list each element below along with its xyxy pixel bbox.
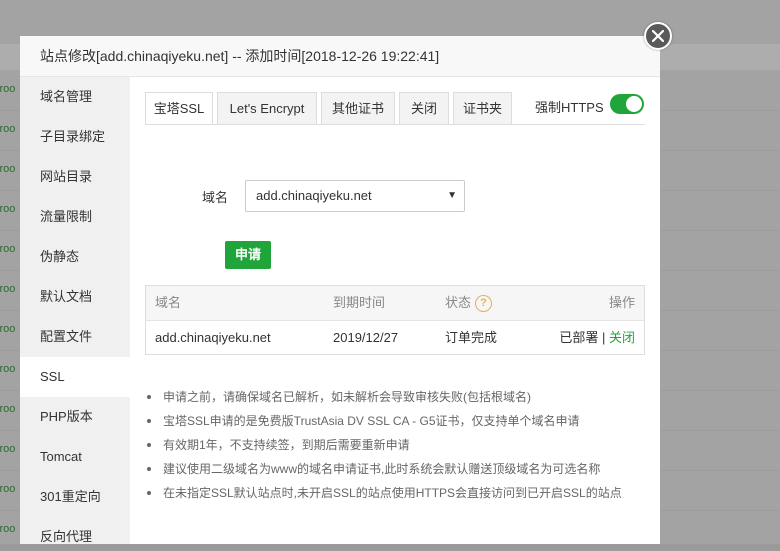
deployed-label: 已部署 <box>559 330 599 345</box>
bullet-icon <box>147 467 151 471</box>
force-https-toggle[interactable] <box>610 94 644 114</box>
sidebar-item-reverse-proxy[interactable]: 反向代理 <box>20 517 130 544</box>
sidebar-item-rewrite[interactable]: 伪静态 <box>20 237 130 277</box>
tab-baota-ssl[interactable]: 宝塔SSL <box>145 92 213 125</box>
table-header: 域名 到期时间 状态? 操作 <box>146 286 644 321</box>
domain-select-value: add.chinaqiyeku.net <box>256 188 372 203</box>
background-row-text: yroo <box>0 443 16 455</box>
note-item: 宝塔SSL申请的是免费版TrustAsia DV SSL CA - G5证书，仅… <box>145 409 655 433</box>
certificate-table: 域名 到期时间 状态? 操作 add.chinaqiyeku.net 2019/… <box>145 285 645 355</box>
sidebar-item-site-directory[interactable]: 网站目录 <box>20 157 130 197</box>
background-row-text: yroo <box>0 403 16 415</box>
bullet-icon <box>147 419 151 423</box>
header-actions: 操作 <box>608 295 635 310</box>
force-https-label: 强制HTTPS <box>535 100 604 115</box>
background-row-text: yroo <box>0 483 16 495</box>
sidebar-item-config-file[interactable]: 配置文件 <box>20 317 130 357</box>
note-item: 有效期1年，不支持续签，到期后需要重新申请 <box>145 433 655 457</box>
bullet-icon <box>147 395 151 399</box>
note-item: 建议使用二级域名为www的域名申请证书,此时系统会默认赠送顶级域名为可选名称 <box>145 457 655 481</box>
close-link[interactable]: 关闭 <box>609 330 635 345</box>
tab-lets-encrypt[interactable]: Let's Encrypt <box>217 92 317 124</box>
header-domain: 域名 <box>155 295 182 310</box>
sidebar-item-tomcat[interactable]: Tomcat <box>20 437 130 477</box>
row-actions: 已部署 | 关闭 <box>559 321 635 354</box>
row-expiry: 2019/12/27 <box>333 330 399 345</box>
sidebar-item-ssl[interactable]: SSL <box>20 357 130 397</box>
toggle-knob <box>626 96 642 112</box>
background-row-text: yroo <box>0 123 16 135</box>
sidebar-item-php-version[interactable]: PHP版本 <box>20 397 130 437</box>
background-row-text: yroo <box>0 523 16 535</box>
sidebar-item-301-redirect[interactable]: 301重定向 <box>20 477 130 517</box>
dialog-title: 站点修改[add.chinaqiyeku.net] -- 添加时间[2018-1… <box>20 36 660 77</box>
background-row-text: yroo <box>0 243 16 255</box>
sidebar-item-domain-management[interactable]: 域名管理 <box>20 77 130 117</box>
note-item: 在未指定SSL默认站点时,未开启SSL的站点使用HTTPS会直接访问到已开启SS… <box>145 481 655 505</box>
tabs-divider <box>145 124 645 125</box>
header-status: 状态? <box>445 286 493 320</box>
background-row-text: yroo <box>0 363 16 375</box>
close-icon <box>652 30 664 42</box>
dialog-sidebar: 域名管理 子目录绑定 网站目录 流量限制 伪静态 默认文档 配置文件 SSL P… <box>20 77 130 544</box>
row-status: 订单完成 <box>445 330 498 345</box>
tab-other-certificate[interactable]: 其他证书 <box>321 92 395 124</box>
bullet-icon <box>147 443 151 447</box>
sidebar-item-subdirectory-binding[interactable]: 子目录绑定 <box>20 117 130 157</box>
question-icon[interactable]: ? <box>475 295 493 313</box>
action-separator: | <box>601 330 606 345</box>
bullet-icon <box>147 491 151 495</box>
background-row-text: yroo <box>0 83 16 95</box>
row-domain: add.chinaqiyeku.net <box>155 330 271 345</box>
background-row-text: yroo <box>0 283 16 295</box>
apply-button[interactable]: 申请 <box>225 241 271 269</box>
close-dialog-button[interactable] <box>644 22 672 50</box>
table-row: add.chinaqiyeku.net 2019/12/27 订单完成 已部署 … <box>146 321 644 354</box>
background-row-text: yroo <box>0 323 16 335</box>
domain-select[interactable]: add.chinaqiyeku.net ▼ <box>245 180 465 212</box>
sidebar-item-default-document[interactable]: 默认文档 <box>20 277 130 317</box>
tab-certificate-folder[interactable]: 证书夹 <box>453 92 512 124</box>
ssl-panel: 宝塔SSL Let's Encrypt 其他证书 关闭 证书夹 强制HTTPS … <box>130 77 660 544</box>
header-expiry: 到期时间 <box>333 295 386 310</box>
domain-label: 域名 <box>202 190 229 205</box>
sidebar-item-traffic-limit[interactable]: 流量限制 <box>20 197 130 237</box>
caret-down-icon: ▼ <box>447 190 457 201</box>
background-row-text: yroo <box>0 163 16 175</box>
header-status-label: 状态 <box>445 295 472 310</box>
note-item: 申请之前，请确保域名已解析，如未解析会导致审核失败(包括根域名) <box>145 385 655 409</box>
background-row-text: yroo <box>0 203 16 215</box>
site-edit-dialog: 站点修改[add.chinaqiyeku.net] -- 添加时间[2018-1… <box>20 36 660 544</box>
tab-close[interactable]: 关闭 <box>399 92 449 124</box>
